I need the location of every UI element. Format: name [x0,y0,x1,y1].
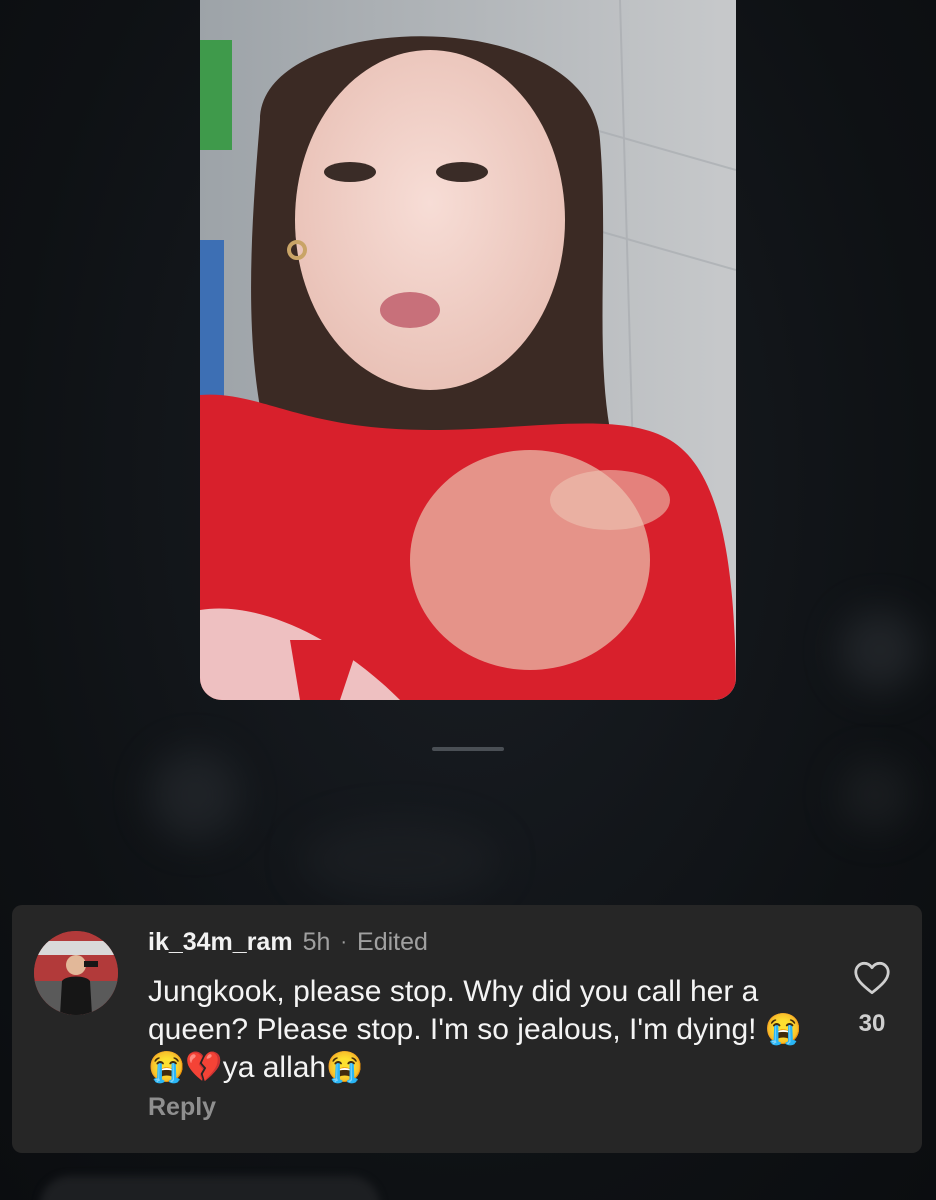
meta-separator: · [340,930,348,953]
background-blur [840,610,920,690]
username[interactable]: ik_34m_ram [148,928,293,957]
avatar-image [34,931,118,1015]
background-blur [150,750,240,840]
like-count: 30 [858,1010,886,1037]
video-frame-image [200,0,736,700]
sheet-drag-handle[interactable] [432,747,504,751]
next-comment-peek [40,1176,380,1200]
comment-meta: ik_34m_ram 5h · Edited [148,927,428,957]
background-blur [300,820,500,900]
timestamp: 5h [302,927,331,956]
comment-text: Jungkook, please stop. Why did you call … [148,975,803,1084]
edited-label: Edited [357,927,428,956]
reply-button[interactable]: Reply [148,1093,216,1122]
avatar[interactable] [34,931,118,1015]
background-blur [840,760,910,830]
app-screen: ik_34m_ram 5h · Edited Jungkook, please … [0,0,936,1200]
comment-item: ik_34m_ram 5h · Edited Jungkook, please … [12,905,922,1153]
video-preview[interactable] [200,0,736,700]
heart-outline-icon[interactable] [853,961,891,999]
like-control: 30 [842,961,902,1038]
